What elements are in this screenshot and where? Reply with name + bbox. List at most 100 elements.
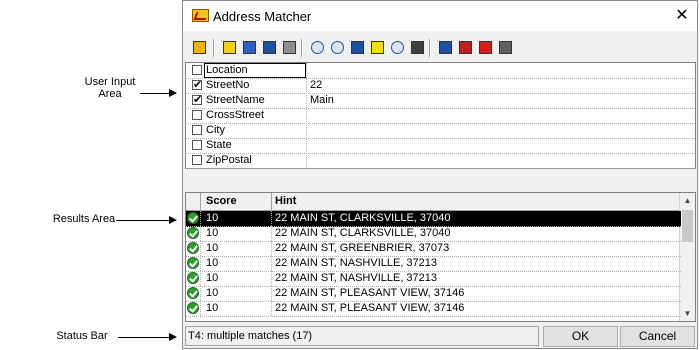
result-row[interactable]: 10 22 MAIN ST, PLEASANT VIEW, 37146 xyxy=(186,286,681,302)
address-matcher-window: Address Matcher ✕ Location ✔ StreetNo 22 ✔ St… xyxy=(182,0,698,349)
input-value-streetname[interactable]: Main xyxy=(310,94,334,106)
result-hint: 22 MAIN ST, CLARKSVILLE, 37040 xyxy=(275,212,451,224)
match-ok-icon xyxy=(187,302,199,314)
input-label: CrossStreet xyxy=(206,109,265,121)
result-score: 10 xyxy=(206,287,219,299)
properties-button[interactable] xyxy=(435,37,455,57)
status-bar: T4: multiple matches (17) xyxy=(185,326,539,346)
input-row-streetno: ✔ StreetNo 22 xyxy=(186,78,695,94)
edit-document-button[interactable] xyxy=(239,37,259,57)
row-divider xyxy=(200,211,201,226)
settings-icon xyxy=(499,41,512,54)
input-label: Location xyxy=(206,64,248,76)
annotation-arrow-results xyxy=(116,216,177,224)
checkbox-streetname[interactable]: ✔ xyxy=(192,95,202,106)
title-bar: Address Matcher ✕ xyxy=(183,1,697,31)
row-divider xyxy=(200,256,201,271)
magic-wand-icon xyxy=(351,41,364,54)
result-score: 10 xyxy=(206,227,219,239)
copy-button[interactable] xyxy=(259,37,279,57)
row-divider xyxy=(200,226,201,241)
result-row[interactable]: 10 22 MAIN ST, NASHVILLE, 37213 xyxy=(186,256,681,272)
row-divider xyxy=(200,271,201,286)
match-ok-icon xyxy=(187,212,199,224)
match-ok-icon xyxy=(187,242,199,254)
result-row[interactable]: 10 22 MAIN ST, NASHVILLE, 37213 xyxy=(186,271,681,287)
input-row-state: State xyxy=(186,138,695,154)
scroll-up-icon[interactable]: ▲ xyxy=(680,193,695,208)
settings-button[interactable] xyxy=(495,37,515,57)
checkbox-city[interactable] xyxy=(192,125,202,135)
input-label: StreetNo xyxy=(206,79,250,91)
checkbox-state[interactable] xyxy=(192,140,202,150)
row-divider xyxy=(200,286,201,301)
find-button[interactable] xyxy=(387,37,407,57)
ok-button[interactable]: OK xyxy=(543,326,618,347)
annotation-user-input-line1: User Input xyxy=(84,76,136,88)
truck-button[interactable] xyxy=(279,37,299,57)
checkbox-crossstreet[interactable] xyxy=(192,110,202,120)
zoom-out-icon xyxy=(331,41,344,54)
result-row[interactable]: 10 22 MAIN ST, CLARKSVILLE, 37040 xyxy=(186,211,681,227)
annotation-user-input-line2: Area xyxy=(98,88,122,100)
input-row-location: Location xyxy=(186,63,695,79)
pdf-export-button[interactable] xyxy=(475,37,495,57)
window-title: Address Matcher xyxy=(213,9,312,24)
envelope-button[interactable] xyxy=(219,37,239,57)
highlight-star-button[interactable] xyxy=(367,37,387,57)
find-icon xyxy=(391,41,404,54)
input-row-zippostal: ZipPostal xyxy=(186,153,695,169)
annotation-status-bar: Status Bar xyxy=(56,330,108,342)
results-scrollbar[interactable]: ▲ ▼ xyxy=(679,193,695,321)
scroll-down-icon[interactable]: ▼ xyxy=(680,306,695,321)
magic-wand-button[interactable] xyxy=(347,37,367,57)
close-window-button[interactable] xyxy=(455,37,475,57)
copy-icon xyxy=(263,41,276,54)
input-row-streetname: ✔ StreetName Main xyxy=(186,93,695,109)
row-divider xyxy=(271,226,272,241)
cancel-button[interactable]: Cancel xyxy=(620,326,695,347)
input-label: City xyxy=(206,124,225,136)
sort-icon xyxy=(411,41,424,54)
envelope-icon xyxy=(223,41,236,54)
user-input-grid: Location ✔ StreetNo 22 ✔ StreetName Main CrossS… xyxy=(185,62,696,169)
hint-column-header[interactable]: Hint xyxy=(275,195,296,207)
checkbox-streetno[interactable]: ✔ xyxy=(192,80,202,91)
properties-icon xyxy=(439,41,452,54)
input-value-streetno[interactable]: 22 xyxy=(310,79,322,91)
checkbox-location[interactable] xyxy=(192,65,202,75)
envelope-app-icon xyxy=(192,9,209,22)
result-row[interactable]: 10 22 MAIN ST, PLEASANT VIEW, 37146 xyxy=(186,301,681,317)
scroll-thumb[interactable] xyxy=(682,210,693,242)
input-label: State xyxy=(206,139,232,151)
header-separator xyxy=(271,193,272,210)
input-row-city: City xyxy=(186,123,695,139)
pdf-export-icon xyxy=(479,41,492,54)
exit-door-icon xyxy=(193,41,206,54)
annotation-arrow-input xyxy=(140,89,177,97)
score-column-header[interactable]: Score xyxy=(206,195,237,207)
result-hint: 22 MAIN ST, PLEASANT VIEW, 37146 xyxy=(275,287,465,299)
toolbar-separator xyxy=(213,39,215,57)
result-hint: 22 MAIN ST, NASHVILLE, 37213 xyxy=(275,257,438,269)
sort-button[interactable] xyxy=(407,37,427,57)
exit-door-button[interactable] xyxy=(189,37,209,57)
result-score: 10 xyxy=(206,257,219,269)
input-row-crossstreet: CrossStreet xyxy=(186,108,695,124)
zoom-out-button[interactable] xyxy=(327,37,347,57)
result-row[interactable]: 10 22 MAIN ST, CLARKSVILLE, 37040 xyxy=(186,226,681,242)
match-ok-icon xyxy=(187,227,199,239)
match-ok-icon xyxy=(187,257,199,269)
result-row[interactable]: 10 22 MAIN ST, GREENBRIER, 37073 xyxy=(186,241,681,257)
result-hint: 22 MAIN ST, CLARKSVILLE, 37040 xyxy=(275,227,451,239)
close-icon[interactable]: ✕ xyxy=(667,1,697,31)
match-ok-icon xyxy=(187,287,199,299)
row-divider xyxy=(271,271,272,286)
zoom-in-button[interactable] xyxy=(307,37,327,57)
result-score: 10 xyxy=(206,242,219,254)
row-divider xyxy=(200,301,201,316)
header-separator xyxy=(200,193,201,210)
toolbar-separator xyxy=(301,39,303,57)
checkbox-zippostal[interactable] xyxy=(192,155,202,165)
row-divider xyxy=(200,241,201,256)
